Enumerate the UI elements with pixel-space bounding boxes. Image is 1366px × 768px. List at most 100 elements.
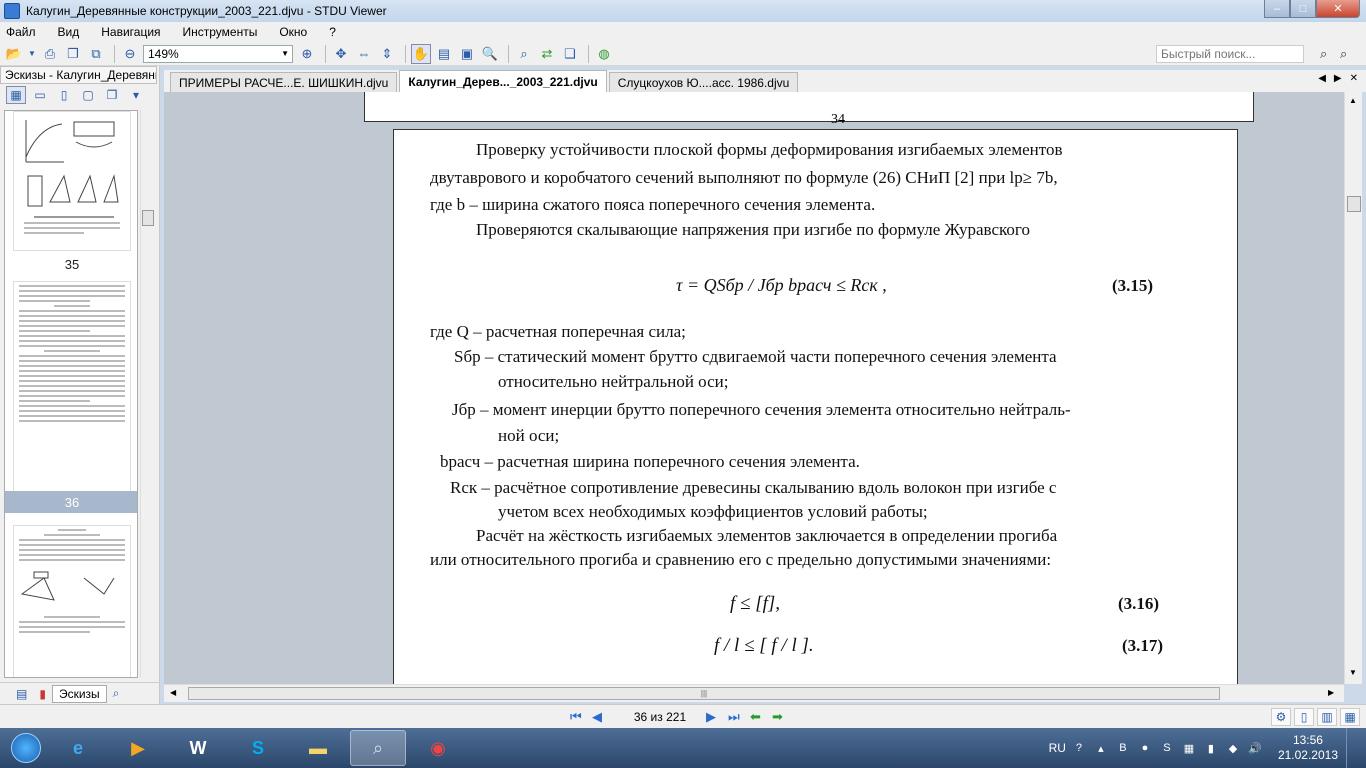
thumbs-medium-icon[interactable]: ▯ <box>54 86 74 104</box>
doc-tab-slutskoukhov[interactable]: Слуцкоухов Ю....асс. 1986.djvu <box>608 72 799 92</box>
history-forward-icon[interactable]: ➡ <box>772 709 790 725</box>
sidebar-scrollbar[interactable] <box>140 110 154 678</box>
toolbar: 📂 ▼ ⎙ ❐ ⧉ ⊖ 149% ▼ ⊕ ✥ ⇔ ⇕ ✋ ▤ ▣ 🔍 ⌕ ⇄ ❏… <box>0 42 1366 66</box>
sidebar-bottom-tabs: ▤ ▮ Эскизы ⌕ <box>0 682 160 704</box>
menu-view[interactable]: Вид <box>58 25 80 39</box>
scroll-right-icon[interactable]: ▶ <box>1328 688 1334 697</box>
tab-scroll-right-icon[interactable]: ▶ <box>1334 73 1342 84</box>
bookmarks-tab-icon[interactable]: ▤ <box>10 685 33 703</box>
language-indicator[interactable]: RU <box>1049 741 1066 755</box>
fit-height-icon[interactable]: ⇕ <box>377 44 397 64</box>
tray-power-icon[interactable]: ▮ <box>1202 742 1220 755</box>
menu-file[interactable]: Файл <box>6 25 36 39</box>
zoom-combobox[interactable]: 149% ▼ <box>143 44 293 63</box>
taskbar-word-icon[interactable]: W <box>170 730 226 766</box>
first-page-icon[interactable]: ⏮ <box>570 709 588 725</box>
single-page-view-icon[interactable]: ▯ <box>1294 708 1314 726</box>
show-desktop-button[interactable] <box>1346 728 1358 768</box>
taskbar-ie-icon[interactable]: e <box>50 730 106 766</box>
sync-arrows-icon[interactable]: ⇄ <box>537 44 557 64</box>
vertical-scroll-thumb[interactable] <box>1347 196 1361 212</box>
open-folder-icon[interactable]: 📂 <box>4 44 24 64</box>
taskbar-media-player-icon[interactable]: ▶ <box>110 730 166 766</box>
horizontal-scroll-thumb[interactable]: ||| <box>188 687 1220 700</box>
menu-navigation[interactable]: Навигация <box>101 25 160 39</box>
scroll-up-icon[interactable]: ▲ <box>1349 96 1357 105</box>
binoculars-icon[interactable]: ⌕ <box>107 685 126 703</box>
page-indicator[interactable]: 36 из 221 <box>622 708 698 726</box>
menu-window[interactable]: Окно <box>279 25 307 39</box>
pages-icon[interactable]: ❏ <box>560 44 580 64</box>
find-icon[interactable]: ⌕ <box>514 44 534 64</box>
globe-icon[interactable]: ◍ <box>594 44 614 64</box>
taskbar-skype-icon[interactable]: S <box>230 730 286 766</box>
thumbnails-tab[interactable]: Эскизы <box>51 684 107 703</box>
sidebar-toolbar: ▦ ▭ ▯ ▢ ❐ ▾ <box>0 84 159 106</box>
print-icon[interactable]: ⎙ <box>40 44 60 64</box>
thumbnail-list[interactable]: 35 36 <box>4 110 138 678</box>
taskbar-explorer-icon[interactable]: ▬ <box>290 730 346 766</box>
quick-search-input[interactable] <box>1161 47 1303 61</box>
search-next-icon[interactable]: ⌕ <box>1340 46 1360 62</box>
thumbs-small-icon[interactable]: ▭ <box>30 86 50 104</box>
tray-expand-icon[interactable]: ▴ <box>1092 742 1110 755</box>
thumbnail-page-34[interactable] <box>13 111 131 251</box>
tray-network-icon[interactable]: ▦ <box>1180 742 1198 755</box>
next-page-icon[interactable]: ▶ <box>706 709 724 725</box>
thumbs-copy-icon[interactable]: ❐ <box>102 86 122 104</box>
search-prev-icon[interactable]: ⌕ <box>1320 46 1340 62</box>
quick-search-box[interactable] <box>1156 45 1304 63</box>
chevron-down-icon[interactable]: ▼ <box>281 49 292 58</box>
sidebar-scroll-thumb[interactable] <box>142 210 154 226</box>
grid-view-icon[interactable]: ▦ <box>1340 708 1360 726</box>
tab-scroll-left-icon[interactable]: ◀ <box>1318 73 1326 84</box>
thumbnail-page-36[interactable] <box>13 525 131 677</box>
settings-gear-icon[interactable]: ⚙ <box>1271 708 1291 726</box>
page-text-line: где b – ширина сжатого пояса поперечного… <box>430 195 876 214</box>
start-button[interactable] <box>6 728 46 768</box>
prev-page-icon[interactable]: ◀ <box>592 709 610 725</box>
tray-nvidia-icon[interactable]: ◆ <box>1224 742 1242 755</box>
thumbs-options-icon[interactable]: ▾ <box>126 86 146 104</box>
help-icon[interactable]: ? <box>1070 742 1088 754</box>
zoom-in-icon[interactable]: ⊕ <box>297 44 317 64</box>
last-page-icon[interactable]: ⏭ <box>728 709 746 725</box>
fit-width-icon[interactable]: ⇔ <box>354 44 374 64</box>
two-page-view-icon[interactable]: ▥ <box>1317 708 1337 726</box>
menu-tools[interactable]: Инструменты <box>183 25 258 39</box>
bookmark-ribbon-icon[interactable]: ▮ <box>33 685 52 703</box>
minimize-button[interactable]: – <box>1264 0 1290 18</box>
doc-tab-primery[interactable]: ПРИМЕРЫ РАСЧЕ...Е. ШИШКИН.djvu <box>170 72 398 92</box>
vk-icon[interactable]: B <box>1114 742 1132 754</box>
close-button[interactable]: ✕ <box>1316 0 1360 18</box>
maximize-button[interactable]: □ <box>1290 0 1316 18</box>
fit-page-icon[interactable]: ✥ <box>331 44 351 64</box>
taskbar-stdu-viewer-icon[interactable]: ⌕ <box>350 730 406 766</box>
select-image-icon[interactable]: ▣ <box>457 44 477 64</box>
thumbs-large-icon[interactable]: ▢ <box>78 86 98 104</box>
taskbar-chrome-icon[interactable]: ◉ <box>410 730 466 766</box>
document-vertical-scrollbar[interactable]: ▲ ▼ <box>1344 92 1362 684</box>
hand-tool-icon[interactable]: ✋ <box>411 43 431 64</box>
dropdown-arrow-icon[interactable]: ▼ <box>27 44 37 64</box>
scroll-left-icon[interactable]: ◀ <box>170 688 176 697</box>
volume-icon[interactable]: 🔊 <box>1246 742 1264 755</box>
tray-app-icon[interactable]: ● <box>1136 742 1154 754</box>
copy-page-icon[interactable]: ❐ <box>63 44 83 64</box>
menu-help[interactable]: ? <box>329 25 336 39</box>
current-page: Проверку устойчивости плоской формы дефо… <box>393 129 1238 684</box>
clock[interactable]: 13:56 21.02.2013 <box>1278 733 1338 763</box>
history-back-icon[interactable]: ⬅ <box>750 709 768 725</box>
document-view[interactable]: 34 Проверку устойчивости плоской формы д… <box>164 92 1344 684</box>
export-icon[interactable]: ⧉ <box>86 44 106 64</box>
select-text-icon[interactable]: ▤ <box>434 44 454 64</box>
thumbnail-page-35[interactable] <box>13 281 131 503</box>
doc-tab-kalugin[interactable]: Калугин_Дерев..._2003_221.djvu <box>399 70 607 92</box>
thumbs-grid-icon[interactable]: ▦ <box>6 86 26 104</box>
tray-skype-icon[interactable]: S <box>1158 742 1176 754</box>
document-horizontal-scrollbar[interactable]: ◀ ||| ▶ <box>164 684 1344 702</box>
zoom-out-icon[interactable]: ⊖ <box>120 44 140 64</box>
scroll-down-icon[interactable]: ▼ <box>1349 668 1357 677</box>
tab-close-icon[interactable]: ✕ <box>1350 73 1358 84</box>
magnifier-icon[interactable]: 🔍 <box>480 44 500 64</box>
